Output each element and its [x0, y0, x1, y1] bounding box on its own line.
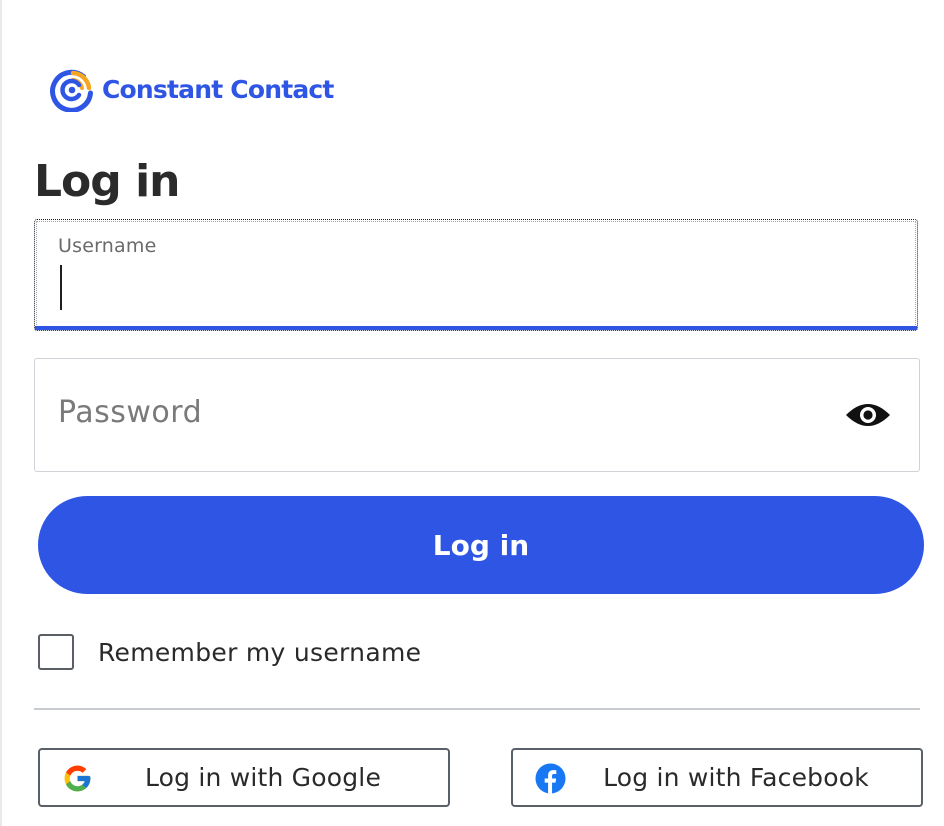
password-placeholder: Password [58, 395, 203, 430]
facebook-login-label: Log in with Facebook [603, 763, 869, 792]
divider [34, 708, 920, 710]
username-field[interactable]: Username [34, 219, 918, 331]
constant-contact-logo-icon [50, 69, 93, 112]
login-button[interactable]: Log in [38, 496, 924, 594]
google-login-label: Log in with Google [144, 763, 382, 792]
password-field[interactable]: Password [34, 358, 920, 472]
remember-username-label[interactable]: Remember my username [98, 638, 421, 667]
username-label: Username [58, 235, 157, 257]
login-page: Constant Contact Log in Username Passwor… [0, 0, 944, 826]
page-left-edge [0, 0, 2, 826]
remember-username-checkbox[interactable] [38, 634, 74, 670]
google-login-button[interactable]: Log in with Google [38, 748, 450, 807]
brand-logo[interactable]: Constant Contact [50, 68, 334, 112]
facebook-login-button[interactable]: Log in with Facebook [511, 748, 923, 807]
page-title: Log in [34, 156, 180, 207]
focus-underline [35, 326, 917, 330]
brand-name: Constant Contact [102, 75, 334, 104]
text-caret [60, 265, 62, 310]
remember-username-row[interactable]: Remember my username [38, 632, 421, 672]
eye-icon[interactable] [844, 399, 892, 431]
